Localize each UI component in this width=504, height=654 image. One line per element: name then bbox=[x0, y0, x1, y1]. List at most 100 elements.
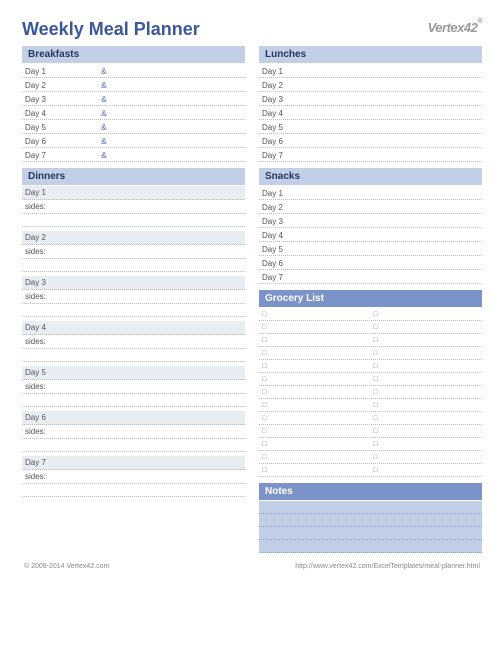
checkbox-icon bbox=[371, 373, 483, 385]
checkbox-icon bbox=[259, 360, 371, 372]
breakfast-row: Day 1& bbox=[22, 64, 245, 78]
checkbox-icon bbox=[259, 451, 371, 463]
dinner-block: Day 1 sides: bbox=[22, 186, 245, 227]
checkbox-icon bbox=[259, 334, 371, 346]
ampersand-icon: & bbox=[101, 137, 107, 146]
dinners-header: Dinners bbox=[22, 168, 245, 185]
breakfasts-list: Day 1& Day 2& Day 3& Day 4& Day 5& Day 6… bbox=[22, 64, 245, 162]
lunch-row: Day 5 bbox=[259, 120, 482, 134]
checkbox-icon bbox=[371, 451, 483, 463]
page-title: Weekly Meal Planner bbox=[22, 20, 200, 38]
notes-line bbox=[259, 527, 482, 540]
breakfast-row: Day 7& bbox=[22, 148, 245, 162]
dinner-blank bbox=[22, 349, 245, 362]
lunches-header: Lunches bbox=[259, 46, 482, 63]
lunch-row: Day 6 bbox=[259, 134, 482, 148]
checkbox-icon bbox=[371, 308, 483, 320]
checkbox-icon bbox=[259, 412, 371, 424]
dinner-day: Day 1 bbox=[22, 186, 245, 200]
dinner-blank bbox=[22, 259, 245, 272]
grocery-row bbox=[259, 438, 482, 451]
ampersand-icon: & bbox=[101, 109, 107, 118]
dinner-blank bbox=[22, 439, 245, 452]
dinner-blank bbox=[22, 394, 245, 407]
ampersand-icon: & bbox=[101, 95, 107, 104]
lunch-row: Day 4 bbox=[259, 106, 482, 120]
dinner-day: Day 5 bbox=[22, 366, 245, 380]
dinner-block: Day 2 sides: bbox=[22, 231, 245, 272]
notes-line bbox=[259, 514, 482, 527]
dinner-blank bbox=[22, 304, 245, 317]
dinner-blank bbox=[22, 484, 245, 497]
checkbox-icon bbox=[259, 464, 371, 476]
snacks-list: Day 1 Day 2 Day 3 Day 4 Day 5 Day 6 Day … bbox=[259, 186, 482, 284]
grocery-row bbox=[259, 373, 482, 386]
breakfasts-header: Breakfasts bbox=[22, 46, 245, 63]
dinner-sides: sides: bbox=[22, 335, 245, 349]
breakfast-row: Day 4& bbox=[22, 106, 245, 120]
notes-body bbox=[259, 501, 482, 553]
checkbox-icon bbox=[371, 464, 483, 476]
grocery-header: Grocery List bbox=[259, 290, 482, 307]
notes-line bbox=[259, 501, 482, 514]
breakfast-row: Day 5& bbox=[22, 120, 245, 134]
dinner-block: Day 7 sides: bbox=[22, 456, 245, 497]
grocery-row bbox=[259, 399, 482, 412]
lunch-row: Day 2 bbox=[259, 78, 482, 92]
snack-row: Day 2 bbox=[259, 200, 482, 214]
checkbox-icon bbox=[259, 373, 371, 385]
right-column: Lunches Day 1 Day 2 Day 3 Day 4 Day 5 Da… bbox=[259, 46, 482, 553]
dinner-sides: sides: bbox=[22, 245, 245, 259]
grocery-row bbox=[259, 386, 482, 399]
left-column: Breakfasts Day 1& Day 2& Day 3& Day 4& D… bbox=[22, 46, 245, 553]
dinner-day: Day 3 bbox=[22, 276, 245, 290]
dinner-day: Day 7 bbox=[22, 456, 245, 470]
ampersand-icon: & bbox=[101, 81, 107, 90]
footer: © 2009-2014 Vertex42.com http://www.vert… bbox=[22, 563, 482, 570]
checkbox-icon bbox=[371, 425, 483, 437]
dinner-blank bbox=[22, 214, 245, 227]
dinner-sides: sides: bbox=[22, 470, 245, 484]
dinner-block: Day 3 sides: bbox=[22, 276, 245, 317]
grocery-row bbox=[259, 360, 482, 373]
checkbox-icon bbox=[259, 438, 371, 450]
checkbox-icon bbox=[371, 438, 483, 450]
snacks-header: Snacks bbox=[259, 168, 482, 185]
dinner-day: Day 2 bbox=[22, 231, 245, 245]
dinners-list: Day 1 sides: Day 2 sides: Day 3 sides: D… bbox=[22, 186, 245, 497]
dinner-day: Day 4 bbox=[22, 321, 245, 335]
vertex42-logo: Vertex42® bbox=[428, 20, 482, 35]
breakfast-row: Day 3& bbox=[22, 92, 245, 106]
snack-row: Day 1 bbox=[259, 186, 482, 200]
checkbox-icon bbox=[259, 386, 371, 398]
dinner-sides: sides: bbox=[22, 425, 245, 439]
checkbox-icon bbox=[371, 412, 483, 424]
checkbox-icon bbox=[371, 334, 483, 346]
checkbox-icon bbox=[259, 321, 371, 333]
checkbox-icon bbox=[371, 399, 483, 411]
lunches-list: Day 1 Day 2 Day 3 Day 4 Day 5 Day 6 Day … bbox=[259, 64, 482, 162]
ampersand-icon: & bbox=[101, 151, 107, 160]
grocery-row bbox=[259, 321, 482, 334]
snack-row: Day 5 bbox=[259, 242, 482, 256]
grocery-row bbox=[259, 451, 482, 464]
lunch-row: Day 3 bbox=[259, 92, 482, 106]
dinner-sides: sides: bbox=[22, 290, 245, 304]
dinner-block: Day 6 sides: bbox=[22, 411, 245, 452]
checkbox-icon bbox=[259, 308, 371, 320]
dinner-day: Day 6 bbox=[22, 411, 245, 425]
snack-row: Day 7 bbox=[259, 270, 482, 284]
breakfast-row: Day 2& bbox=[22, 78, 245, 92]
notes-line bbox=[259, 540, 482, 553]
grocery-row bbox=[259, 412, 482, 425]
footer-copyright: © 2009-2014 Vertex42.com bbox=[24, 563, 109, 570]
dinner-sides: sides: bbox=[22, 380, 245, 394]
snack-row: Day 3 bbox=[259, 214, 482, 228]
snack-row: Day 6 bbox=[259, 256, 482, 270]
grocery-row bbox=[259, 425, 482, 438]
dinner-block: Day 5 sides: bbox=[22, 366, 245, 407]
ampersand-icon: & bbox=[101, 123, 107, 132]
ampersand-icon: & bbox=[101, 67, 107, 76]
grocery-row bbox=[259, 347, 482, 360]
grocery-list bbox=[259, 308, 482, 477]
